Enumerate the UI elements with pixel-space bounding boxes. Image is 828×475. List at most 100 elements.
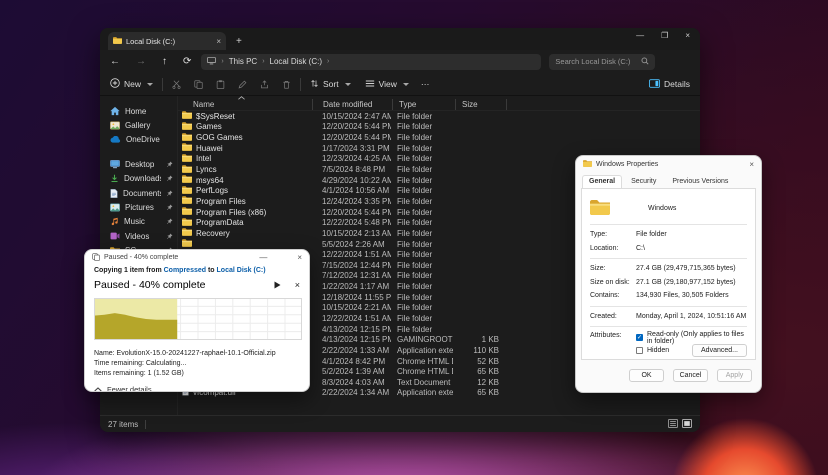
- hidden-label: Hidden: [647, 347, 669, 354]
- file-name-cell: $SysReset: [178, 111, 316, 121]
- date-modified-cell: 10/15/2024 2:13 AM: [316, 229, 391, 238]
- close-button[interactable]: ×: [297, 253, 302, 262]
- back-icon[interactable]: ←: [110, 56, 120, 67]
- copy-icon[interactable]: [194, 80, 203, 89]
- minimize-button[interactable]: —: [259, 253, 267, 262]
- column-header-date[interactable]: Date modified: [317, 100, 392, 109]
- details-pane-toggle[interactable]: Details: [649, 79, 690, 90]
- new-button[interactable]: New: [110, 78, 153, 90]
- file-name-cell: PerfLogs: [178, 186, 316, 196]
- property-field: Size on disk:27.1 GB (29,180,977,152 byt…: [590, 276, 747, 290]
- ok-button[interactable]: OK: [629, 369, 664, 382]
- sidebar-item-downloads[interactable]: Downloads: [100, 172, 177, 186]
- cut-icon[interactable]: [172, 80, 181, 89]
- breadcrumb[interactable]: › This PC › Local Disk (C:) ›: [201, 54, 541, 70]
- up-icon[interactable]: ↑: [162, 56, 167, 67]
- sidebar-item-label: Pictures: [125, 203, 161, 212]
- rename-icon[interactable]: [238, 80, 247, 89]
- size-cell: 12 KB: [453, 378, 499, 387]
- property-field: Created:Monday, April 1, 2024, 10:51:16 …: [590, 310, 747, 324]
- sidebar-item-desktop[interactable]: Desktop: [100, 157, 177, 171]
- folder-icon: [113, 37, 122, 46]
- maximize-button[interactable]: ❐: [661, 31, 668, 40]
- source-link[interactable]: Compressed: [164, 267, 206, 274]
- copy-dialog-titlebar[interactable]: Paused - 40% complete — ×: [85, 250, 309, 265]
- chevron-down-icon: [403, 83, 409, 86]
- folder-icon: [182, 207, 192, 217]
- search-icon: [641, 57, 649, 67]
- breadcrumb-local-disk[interactable]: Local Disk (C:): [270, 57, 322, 66]
- view-lines-icon: [365, 79, 375, 90]
- fields-created: Created:Monday, April 1, 2024, 10:51:16 …: [590, 310, 747, 324]
- tab-local-disk-c[interactable]: Local Disk (C:) ×: [108, 32, 226, 50]
- tab-close-icon[interactable]: ×: [216, 37, 221, 46]
- sidebar-item-label: Downloads: [124, 174, 161, 183]
- forward-icon[interactable]: →: [136, 56, 146, 67]
- tab-general[interactable]: General: [582, 175, 622, 188]
- tab-previous-versions[interactable]: Previous Versions: [665, 175, 735, 188]
- apply-button[interactable]: Apply: [717, 369, 752, 382]
- column-header-size[interactable]: Size: [456, 100, 506, 109]
- table-row[interactable]: Huawei1/17/2024 3:31 PMFile folder: [178, 143, 700, 154]
- new-tab-button[interactable]: +: [236, 32, 242, 50]
- pictures-icon: [110, 203, 120, 212]
- sidebar-item-home[interactable]: Home: [100, 104, 177, 118]
- tab-title: Local Disk (C:): [126, 37, 212, 46]
- column-header-type[interactable]: Type: [393, 100, 455, 109]
- sidebar-item-videos[interactable]: Videos: [100, 229, 177, 243]
- folder-icon: [182, 143, 192, 153]
- sidebar-item-label: Home: [125, 107, 173, 116]
- icons-view-icon[interactable]: [682, 419, 692, 430]
- sort-button[interactable]: Sort: [310, 79, 351, 90]
- table-row[interactable]: GOG Games12/20/2024 5:44 PMFile folder: [178, 132, 700, 143]
- file-name-cell: Lyncs: [178, 165, 316, 175]
- table-row[interactable]: Games12/20/2024 5:44 PMFile folder: [178, 122, 700, 133]
- file-name-cell: Program Files: [178, 196, 316, 206]
- minimize-button[interactable]: —: [636, 31, 644, 40]
- sidebar-item-documents[interactable]: Documents: [100, 186, 177, 200]
- size-cell: 110 KB: [453, 346, 499, 355]
- hidden-checkbox[interactable]: [636, 347, 643, 354]
- command-toolbar: New Sort View ⋯ Details: [100, 73, 700, 96]
- refresh-icon[interactable]: ⟳: [183, 56, 191, 67]
- date-modified-cell: 12/22/2024 1:51 AM: [316, 314, 391, 323]
- close-button[interactable]: ×: [685, 31, 690, 40]
- fewer-details-button[interactable]: Fewer details: [94, 385, 300, 392]
- close-button[interactable]: ×: [749, 160, 754, 169]
- sidebar-item-onedrive[interactable]: OneDrive: [100, 133, 177, 147]
- breadcrumb-this-pc[interactable]: This PC: [229, 57, 257, 66]
- tab-bar: Local Disk (C:) × + — ❐ ×: [100, 28, 700, 50]
- date-modified-cell: 1/17/2024 3:31 PM: [316, 144, 391, 153]
- view-button[interactable]: View: [365, 79, 409, 90]
- destination-link[interactable]: Local Disk (C:): [217, 267, 266, 274]
- share-icon[interactable]: [260, 80, 269, 89]
- search-input[interactable]: Search Local Disk (C:): [549, 54, 655, 70]
- advanced-button[interactable]: Advanced...: [692, 344, 747, 357]
- sidebar-item-label: Music: [124, 217, 161, 226]
- column-header-name[interactable]: Name: [178, 100, 316, 109]
- readonly-checkbox[interactable]: ✓: [636, 334, 643, 341]
- sidebar-item-music[interactable]: Music: [100, 215, 177, 229]
- more-options-button[interactable]: ⋯: [421, 79, 431, 90]
- sidebar-item-gallery[interactable]: Gallery: [100, 118, 177, 132]
- tab-security[interactable]: Security: [624, 175, 663, 188]
- resume-icon[interactable]: [274, 276, 281, 294]
- sidebar-item-pictures[interactable]: Pictures: [100, 200, 177, 214]
- delete-icon[interactable]: [282, 80, 291, 89]
- type-cell: File folder: [391, 112, 453, 121]
- table-row[interactable]: $SysReset10/15/2024 2:47 AMFile folder: [178, 111, 700, 122]
- details-view-icon[interactable]: [668, 419, 678, 430]
- properties-titlebar[interactable]: Windows Properties ×: [576, 156, 761, 173]
- cancel-button[interactable]: Cancel: [673, 369, 708, 382]
- fields-top: Type:File folderLocation:C:\: [590, 228, 747, 255]
- chevron-right-icon: ›: [262, 58, 264, 65]
- paste-icon[interactable]: [216, 80, 225, 89]
- cancel-copy-icon[interactable]: ×: [295, 280, 300, 290]
- sidebar-list-top: Home GalleryOneDrive: [100, 104, 177, 147]
- type-cell: GAMINGROOT File: [391, 335, 453, 344]
- file-name-cell: Recovery: [178, 228, 316, 238]
- date-modified-cell: 4/29/2024 10:22 AM: [316, 176, 391, 185]
- date-modified-cell: 4/13/2024 12:15 PM: [316, 325, 391, 334]
- type-cell: File folder: [391, 271, 453, 280]
- pin-icon: [166, 161, 173, 168]
